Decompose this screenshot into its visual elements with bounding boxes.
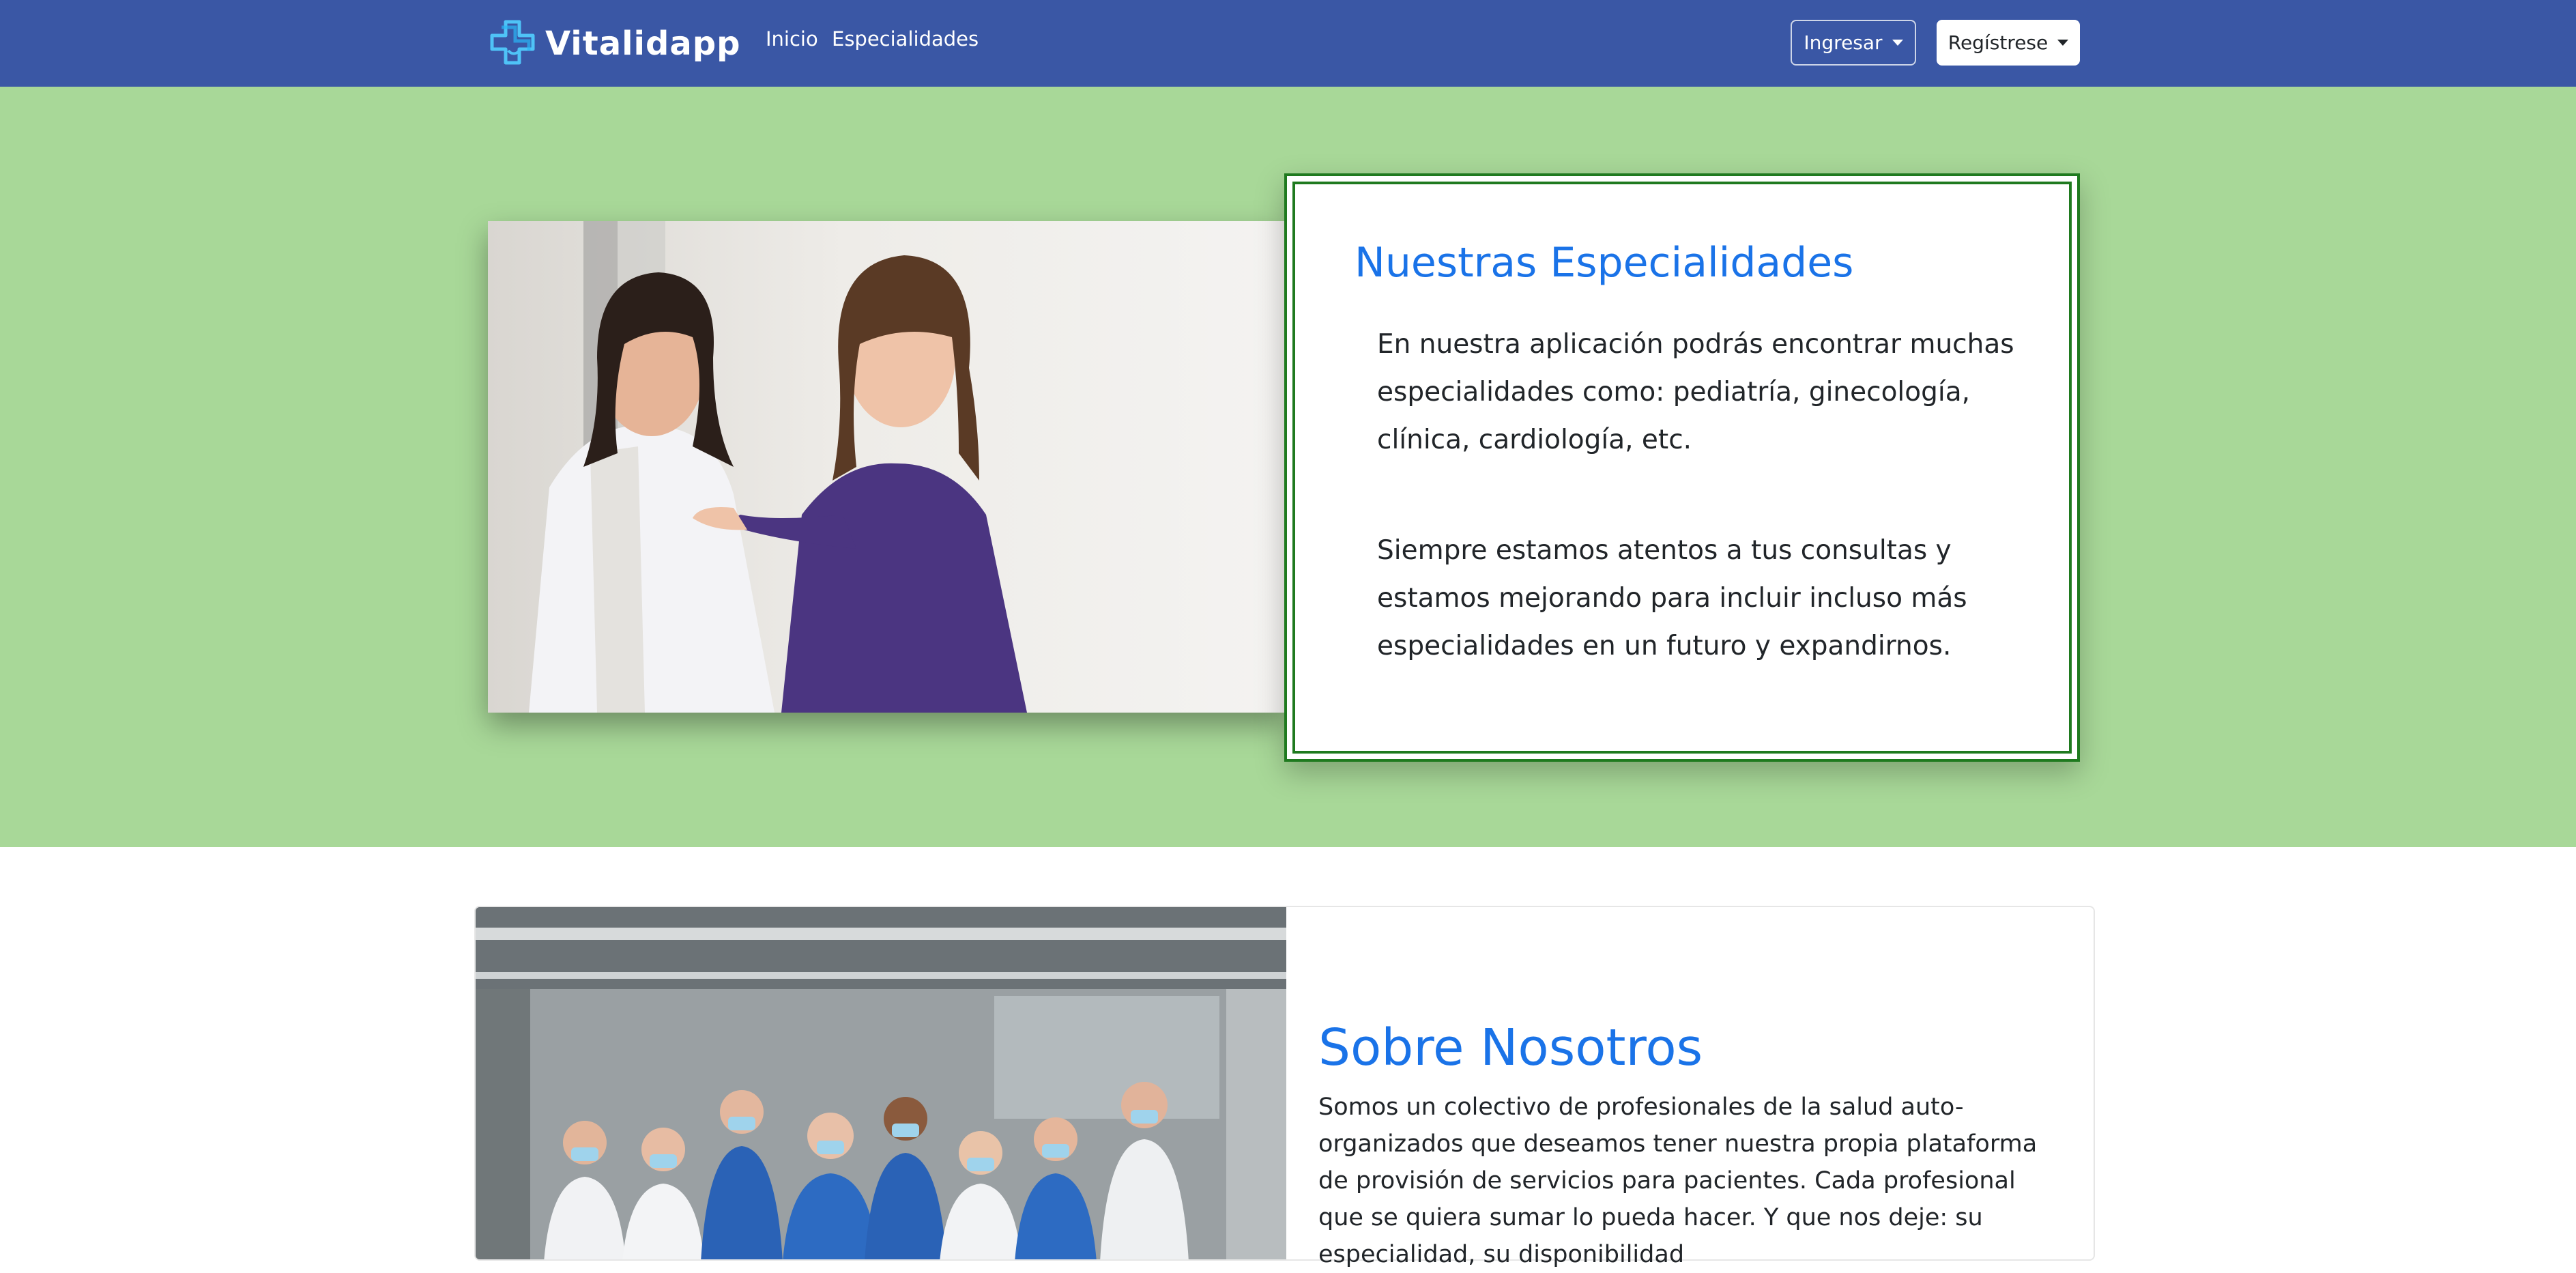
register-label: Regístrese	[1948, 31, 2049, 54]
login-label: Ingresar	[1804, 31, 1883, 54]
nav-link-especialidades[interactable]: Especialidades	[832, 27, 979, 51]
doctor-and-patient-photo	[488, 221, 1285, 713]
nav-link-inicio[interactable]: Inicio	[766, 27, 818, 51]
navbar: Vitalidapp Inicio Especialidades Ingresa…	[0, 0, 2576, 87]
about-title: Sobre Nosotros	[1318, 1018, 1703, 1077]
login-dropdown-button[interactable]: Ingresar	[1791, 20, 1916, 66]
brand-name: Vitalidapp	[545, 25, 741, 63]
specialties-paragraph-1: En nuestra aplicación podrás encontrar m…	[1377, 329, 2014, 455]
about-paragraph: Somos un colectivo de profesionales de l…	[1318, 1093, 2038, 1268]
register-dropdown-button[interactable]: Regístrese	[1937, 20, 2080, 66]
medical-team-photo	[476, 907, 1286, 1259]
specialties-title: Nuestras Especialidades	[1355, 239, 1854, 287]
caret-down-icon	[1892, 40, 1903, 46]
medical-cross-icon	[490, 20, 535, 65]
specialties-paragraph-2: Siempre estamos atentos a tus consultas …	[1377, 535, 1967, 661]
caret-down-icon	[2057, 40, 2069, 46]
brand-link[interactable]: Vitalidapp	[487, 16, 740, 71]
